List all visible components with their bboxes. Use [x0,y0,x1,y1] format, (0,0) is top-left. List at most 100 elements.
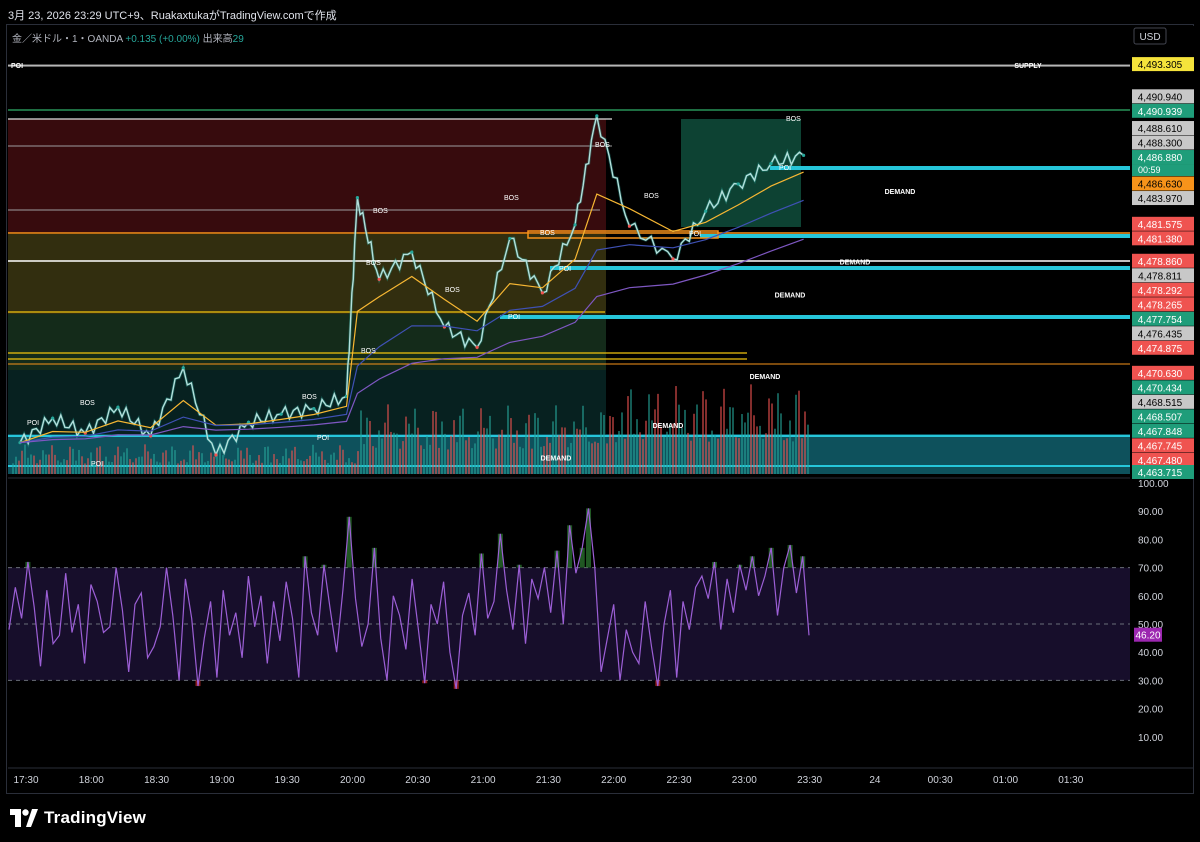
price-label: 4,483.970 [1132,191,1194,206]
price-label: 4,490.940 [1132,89,1194,104]
volume-bar [378,430,380,474]
zone-label: SUPPLY [1014,63,1042,70]
volume-bar [393,432,395,474]
volume-bar [246,447,248,474]
price-point [377,277,381,281]
rsi-overbought-fill [579,547,585,568]
rsi-pane: 100.0090.0080.0070.0060.0050.0040.0030.0… [8,477,1169,744]
volume-bar [489,415,491,474]
volume-bar [303,461,305,474]
rsi-tick: 90.00 [1138,507,1163,518]
volume-bar [429,444,431,474]
volume-bar [318,456,320,474]
time-tick: 21:00 [471,775,496,786]
volume-bar [288,458,290,474]
volume-bar [513,442,515,474]
time-tick: 19:30 [275,775,300,786]
volume-bar [459,415,461,474]
volume-bar [192,445,194,474]
volume-bar [150,458,152,474]
volume-bar [426,435,428,474]
time-tick: 00:30 [928,775,953,786]
price-label: 4,468.507 [1132,409,1194,424]
rsi-tick: 80.00 [1138,535,1163,546]
volume-bar [177,463,179,474]
poi-marker: POI [689,231,701,238]
rsi-tick: 10.00 [1138,733,1163,744]
volume-bar [507,405,509,474]
price-label: 4,463.715 [1132,465,1194,479]
volume-bar [732,407,734,474]
poi-marker: POI [779,165,791,172]
volume-bar [438,447,440,474]
volume-bar [639,432,641,474]
time-axis: 17:30 18:00 18:30 19:00 19:30 20:00 20:30 21:00… [8,767,1194,786]
volume-bar [663,436,665,474]
price-label: 4,467.745 [1132,438,1194,453]
bos-marker: BOS [80,400,95,407]
price-label-text: 4,474.875 [1138,344,1183,355]
volume-bar [756,426,758,474]
volume-bar [696,404,698,474]
rsi-tick: 100.00 [1138,479,1169,490]
price-label: 4,488.300 [1132,135,1194,150]
volume-bar [495,448,497,474]
volume-bar [801,438,803,474]
symbol-name[interactable]: 金／米ドル・1・OANDA [12,34,123,45]
zone-label: DEMAND [885,189,916,196]
volume-bar [435,411,437,474]
price-point [508,236,512,241]
volume-bar [768,398,770,474]
price-label: 4,468.515 [1132,394,1194,409]
volume-bar [462,408,464,474]
volume-bar [474,443,476,474]
volume-bar [297,459,299,474]
price-point [279,412,283,416]
tradingview-logo[interactable]: TradingView [10,808,146,828]
volume-bar [390,431,392,474]
volume-bar [774,428,776,474]
volume-bar [327,462,329,474]
volume-bar [129,459,131,474]
price-point [410,250,414,254]
volume-bar [408,423,410,474]
volume-bar [576,428,578,474]
time-tick: 18:00 [79,775,104,786]
volume-bar [726,428,728,474]
chart-svg[interactable]: SUPPLY DEMAND DEMAND DEMAND DEMAND DEMAND DEMA… [0,0,1200,842]
volume-bar [366,417,368,474]
volume-bar [699,437,701,474]
volume-bar [729,407,731,474]
volume-bar [798,390,800,474]
price-point [312,407,316,411]
volume-bar [630,389,632,474]
volume-bar [183,459,185,474]
price-point [671,257,675,261]
volume-bar [84,463,86,474]
symbol-legend[interactable]: 金／米ドル・1・OANDA +0.135 (+0.00%) 出来高29 [12,30,244,45]
volume-bar [711,430,713,474]
volume-bar [591,443,593,474]
volume-bar [564,427,566,474]
volume-bar [348,458,350,474]
price-pane: SUPPLY DEMAND DEMAND DEMAND DEMAND DEMAND DEMA… [8,63,1130,474]
volume-bar [255,460,257,474]
volume-bar [771,403,773,474]
volume-bar [399,448,401,474]
price-label-text: 4,467.745 [1138,441,1183,452]
volume-bar [558,434,560,474]
volume-bar [594,441,596,474]
volume-bar [252,462,254,474]
volume-bar [336,459,338,474]
volume-bar [15,456,17,474]
volume-bar [759,425,761,474]
volume-bar [492,438,494,474]
price-label-text: 4,490.940 [1138,92,1183,103]
volume-bar [804,411,806,474]
volume-bar [777,393,779,474]
volume-bar [606,443,608,474]
volume-bar [420,445,422,474]
poi-marker: POI [27,420,39,427]
poi-marker: POI [508,314,520,321]
volume-bar [384,422,386,474]
